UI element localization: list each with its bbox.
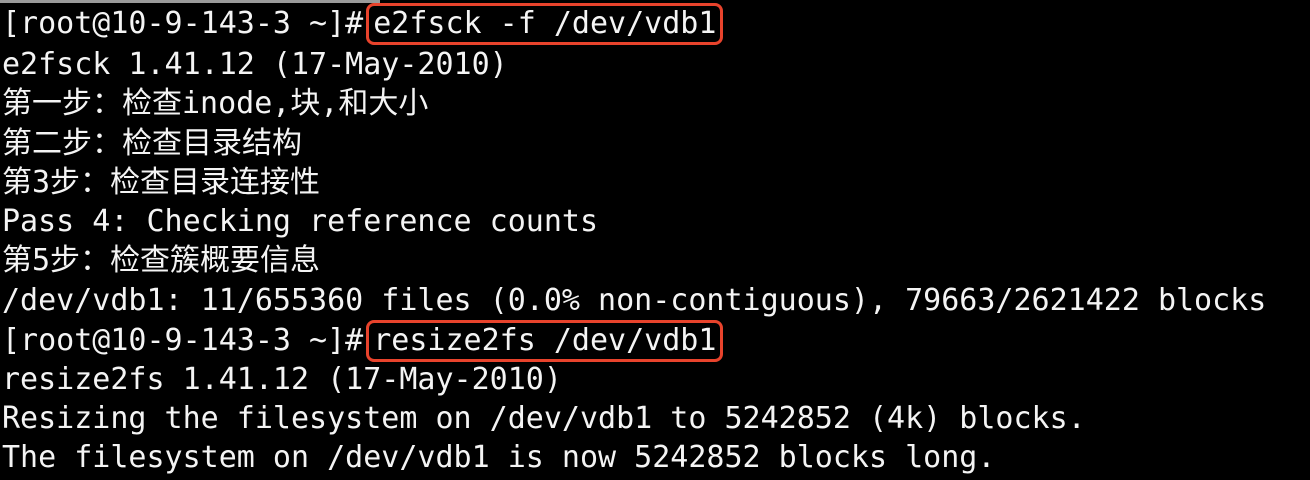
- highlighted-command: e2fsck -f /dev/vdb1: [366, 3, 724, 45]
- output-line: 第一步：检查inode,块,和大小: [2, 86, 429, 121]
- output-line: 第3步：检查目录连接性: [2, 165, 321, 200]
- shell-prompt: [root@10-9-143-3 ~]#: [2, 6, 364, 41]
- command-line: [root@10-9-143-3 ~]# resize2fs /dev/vdb1: [2, 320, 724, 362]
- command-line: [root@10-9-143-3 ~]# e2fsck -f /dev/vdb1: [2, 3, 724, 45]
- output-line: Resizing the filesystem on /dev/vdb1 to …: [2, 401, 1086, 436]
- output-line: Pass 4: Checking reference counts: [2, 204, 599, 239]
- output-line: resize2fs 1.41.12 (17-May-2010): [2, 362, 562, 397]
- output-line: /dev/vdb1: 11/655360 files (0.0% non-con…: [2, 283, 1267, 318]
- output-line: e2fsck 1.41.12 (17-May-2010): [2, 47, 508, 82]
- output-line: 第5步：检查簇概要信息: [2, 243, 321, 278]
- shell-prompt: [root@10-9-143-3 ~]#: [2, 323, 364, 358]
- highlighted-command: resize2fs /dev/vdb1: [366, 320, 724, 362]
- output-line: The filesystem on /dev/vdb1 is now 52428…: [2, 440, 996, 475]
- terminal-window[interactable]: [root@10-9-143-3 ~]# e2fsck -f /dev/vdb1 …: [0, 0, 1310, 480]
- output-line: 第二步：检查目录结构: [2, 126, 302, 161]
